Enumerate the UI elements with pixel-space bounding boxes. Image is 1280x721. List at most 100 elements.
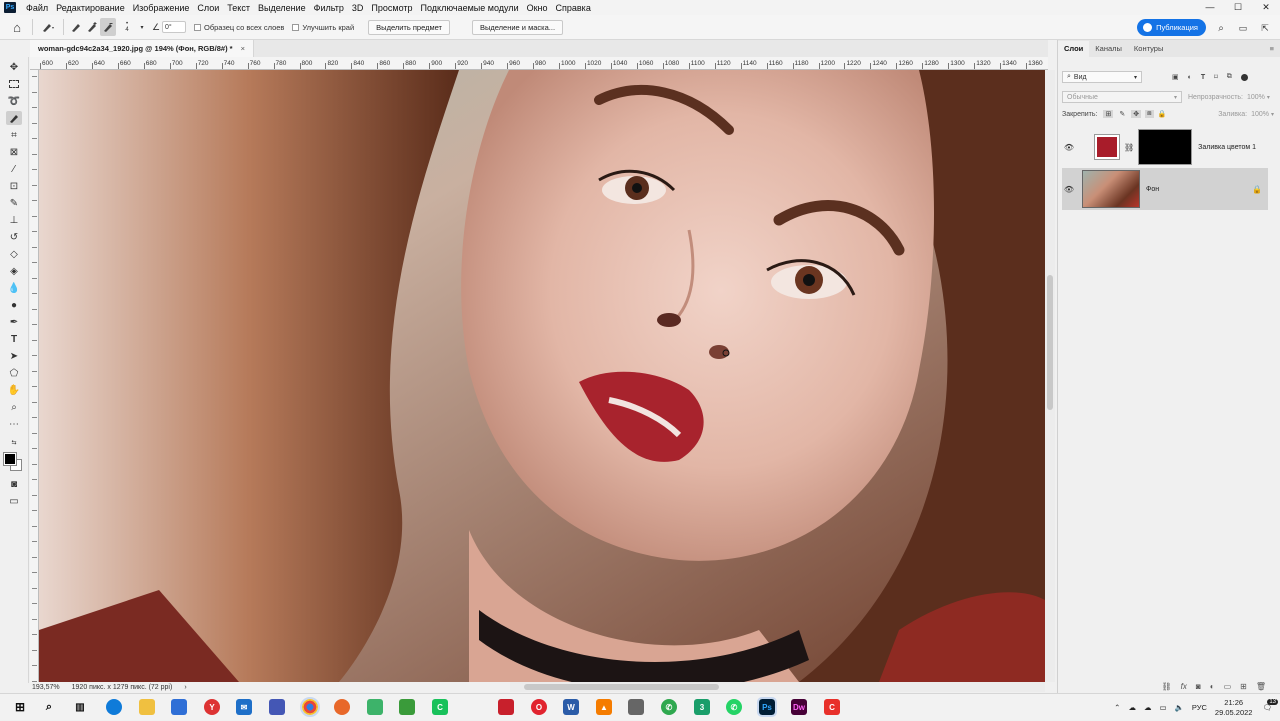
gimp-icon[interactable]	[628, 699, 644, 715]
quick-mask-icon[interactable]: ◙	[6, 477, 22, 491]
sample-all-layers-option[interactable]: Образец со всех слоев	[194, 23, 284, 32]
menu-file[interactable]: Файл	[22, 3, 52, 13]
save-app-icon[interactable]	[269, 699, 285, 715]
home-icon[interactable]: ⌂	[6, 18, 28, 36]
photoshop-logo-icon[interactable]: Ps	[4, 2, 16, 13]
enhance-edge-option[interactable]: Улучшить край	[292, 23, 354, 32]
brush-tool-icon[interactable]: ✎	[6, 196, 22, 210]
search-icon[interactable]: ⌕	[41, 699, 57, 715]
phone-app-icon[interactable]: ✆	[661, 699, 677, 715]
history-brush-tool-icon[interactable]: ↺	[6, 230, 22, 244]
lock-all-icon[interactable]: 🔒	[1158, 110, 1167, 118]
pen-tool-icon[interactable]: ✒	[6, 315, 22, 329]
menu-plugins[interactable]: Подключаемые модули	[417, 3, 523, 13]
blend-mode-select[interactable]: Обычные ▾	[1062, 91, 1182, 103]
more-tools-icon[interactable]: ⋯	[6, 417, 22, 431]
close-window-button[interactable]: ✕	[1252, 0, 1280, 15]
add-mask-icon[interactable]: ◙	[1196, 682, 1201, 691]
task-view-icon[interactable]: ▥	[72, 699, 88, 715]
layer-row-fill[interactable]: 👁 ⛓ Заливка цветом 1	[1062, 126, 1268, 168]
eye-icon[interactable]: 👁	[1064, 143, 1074, 152]
fill-value[interactable]: 100%	[1251, 111, 1269, 118]
camtasia-icon[interactable]: C	[432, 699, 448, 715]
zoom-level[interactable]: 193,57%	[32, 684, 60, 691]
cloud-icon[interactable]: ☁	[1128, 703, 1136, 712]
chevron-down-icon[interactable]: ▾	[138, 18, 146, 36]
new-layer-icon[interactable]: ⊞	[1240, 682, 1247, 691]
clock[interactable]: 21:26 29.05.2022	[1215, 698, 1253, 718]
move-tool-icon[interactable]: ✥	[6, 60, 22, 74]
pdf-icon[interactable]	[498, 699, 514, 715]
lock-pixels-icon[interactable]: ✎	[1117, 110, 1127, 118]
brush-size-picker[interactable]: • 4	[116, 18, 138, 36]
sprint-app-icon[interactable]	[367, 699, 383, 715]
volume-icon[interactable]: 🔈	[1175, 703, 1184, 712]
fx-icon[interactable]: fx	[1181, 682, 1187, 691]
menu-view[interactable]: Просмотр	[367, 3, 416, 13]
filter-type-icon[interactable]: T	[1201, 74, 1205, 81]
vertical-scroll-thumb[interactable]	[1047, 275, 1053, 410]
close-tab-icon[interactable]: ×	[241, 44, 245, 53]
add-to-selection-icon[interactable]	[84, 18, 100, 36]
publish-button[interactable]: Публикация	[1137, 19, 1206, 36]
clone-stamp-tool-icon[interactable]: ⊥	[6, 213, 22, 227]
chrome-icon[interactable]	[300, 697, 320, 717]
tray-overflow-icon[interactable]: ⌃	[1114, 703, 1120, 712]
notifications-icon[interactable]: 🗨 13	[1262, 699, 1278, 712]
type-tool-icon[interactable]: T	[6, 332, 22, 346]
link-layers-icon[interactable]: ⛓	[1162, 682, 1172, 691]
onedrive-icon[interactable]: ☁	[1144, 703, 1152, 712]
layer-row-background[interactable]: 👁 Фон 🔒	[1062, 168, 1268, 210]
subtract-from-selection-icon[interactable]	[100, 18, 116, 36]
menu-select[interactable]: Выделение	[254, 3, 310, 13]
opacity-value[interactable]: 100%	[1247, 94, 1265, 101]
search-icon[interactable]: ⌕	[1214, 19, 1228, 37]
workspace-icon[interactable]: ▭	[1236, 19, 1250, 37]
frame-tool-icon[interactable]: ⊠	[6, 145, 22, 159]
eye-icon[interactable]: 👁	[1064, 185, 1074, 194]
lasso-tool-icon[interactable]: ➰	[6, 94, 22, 108]
swap-colors-icon[interactable]: ⇆	[6, 435, 22, 449]
word-icon[interactable]: W	[563, 699, 579, 715]
filter-smart-object-icon[interactable]: ⧉	[1227, 73, 1232, 81]
menu-filter[interactable]: Фильтр	[310, 3, 348, 13]
layer-name[interactable]: Фон	[1146, 186, 1159, 193]
dodge-tool-icon[interactable]: ●	[6, 298, 22, 312]
maximize-button[interactable]: ☐	[1224, 0, 1252, 15]
vlc-icon[interactable]: ▲	[596, 699, 612, 715]
lock-icon[interactable]: 🔒	[1252, 185, 1262, 194]
edge-icon[interactable]	[106, 699, 122, 715]
blur-tool-icon[interactable]: 💧	[6, 281, 22, 295]
menu-layers[interactable]: Слои	[193, 3, 223, 13]
hand-tool-icon[interactable]: ✋	[6, 383, 22, 397]
c-app-icon[interactable]: C	[824, 699, 840, 715]
menu-edit[interactable]: Редактирование	[52, 3, 129, 13]
minimize-button[interactable]: —	[1196, 0, 1224, 15]
adjustment-layer-icon[interactable]: ◐	[1210, 682, 1215, 691]
enhance-edge-checkbox[interactable]	[292, 23, 300, 31]
marquee-tool-icon[interactable]	[6, 77, 22, 91]
layer-mask-thumbnail[interactable]	[1138, 129, 1193, 165]
eraser-tool-icon[interactable]: ◇	[6, 247, 22, 261]
firefox-icon[interactable]	[334, 699, 350, 715]
tab-paths[interactable]: Контуры	[1128, 41, 1169, 57]
canvas-image[interactable]	[39, 70, 1045, 682]
menu-image[interactable]: Изображение	[129, 3, 194, 13]
foreground-color-swatch[interactable]	[3, 452, 17, 466]
menu-help[interactable]: Справка	[552, 3, 595, 13]
eyedropper-tool-icon[interactable]: ⁄	[6, 162, 22, 176]
start-icon[interactable]: ⊞	[12, 699, 28, 715]
network-icon[interactable]: ▭	[1159, 703, 1166, 712]
tab-channels[interactable]: Каналы	[1089, 41, 1128, 57]
crop-tool-icon[interactable]: ⌗	[6, 128, 22, 142]
chevron-down-icon[interactable]: ▾	[1267, 94, 1270, 101]
status-menu-arrow-icon[interactable]: ›	[184, 684, 186, 691]
lock-transparent-icon[interactable]: ⊞	[1103, 110, 1114, 118]
sample-all-layers-checkbox[interactable]	[194, 23, 201, 31]
store-icon[interactable]	[171, 699, 187, 715]
document-tab[interactable]: woman-gdc94c2a34_1920.jpg @ 194% (Фон, R…	[30, 40, 254, 57]
select-subject-button[interactable]: Выделить предмет	[368, 19, 450, 35]
quick-select-preset-icon[interactable]	[37, 18, 59, 36]
file-explorer-icon[interactable]	[139, 699, 155, 715]
link-icon[interactable]: ⛓	[1124, 143, 1134, 152]
